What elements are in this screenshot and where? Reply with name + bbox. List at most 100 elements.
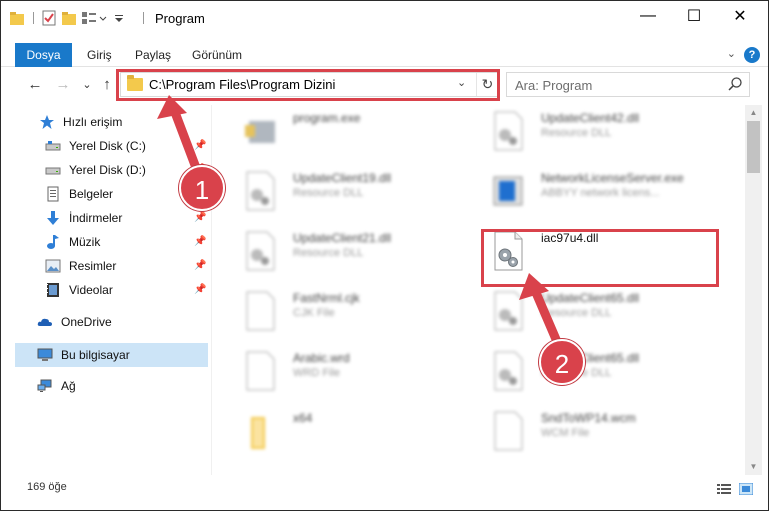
- sidebar-item-music[interactable]: Müzik: [45, 230, 100, 254]
- sidebar-item-onedrive[interactable]: OneDrive: [37, 310, 112, 334]
- file-icon: [246, 291, 275, 331]
- file-icon: [246, 351, 275, 391]
- network-icon: [37, 379, 52, 392]
- sidebar-item-label: Ağ: [61, 379, 76, 393]
- pin-icon: 📌: [194, 212, 207, 223]
- divider-icon: [143, 12, 144, 24]
- scroll-thumb[interactable]: [747, 121, 760, 173]
- file-list: program.exe UpdateClient19.dll Resource …: [213, 105, 745, 475]
- file-name: UpdateClient65.dll: [541, 291, 640, 305]
- sidebar-item-downloads[interactable]: İndirmeler: [45, 206, 122, 230]
- callout-badge-2: 2: [539, 339, 585, 385]
- pictures-icon: [45, 259, 61, 273]
- folder-icon[interactable]: [9, 10, 25, 26]
- file-name: UpdateClient19.dll: [293, 171, 392, 185]
- divider-icon: [33, 12, 34, 24]
- vertical-scrollbar[interactable]: ▲ ▼: [745, 105, 762, 475]
- music-icon: [47, 235, 59, 249]
- back-button[interactable]: ←: [25, 74, 45, 94]
- search-input[interactable]: Ara: Program: [506, 72, 750, 97]
- dll-icon: [494, 291, 523, 331]
- scroll-down-button[interactable]: ▼: [745, 459, 762, 475]
- sidebar-item-label: Belgeler: [69, 187, 114, 201]
- qa-dropdown-icon[interactable]: [98, 10, 108, 26]
- close-button[interactable]: ✕: [717, 1, 763, 31]
- downloads-icon: [47, 211, 59, 225]
- details-view-icon[interactable]: [717, 483, 731, 495]
- search-placeholder: Ara: Program: [515, 78, 593, 93]
- file-icon: [494, 411, 523, 451]
- cloud-icon: [37, 318, 52, 326]
- tab-share[interactable]: Paylaş: [135, 43, 171, 67]
- new-folder-icon[interactable]: [61, 10, 77, 26]
- pin-icon: 📌: [194, 236, 207, 247]
- tab-view[interactable]: Görünüm: [192, 43, 242, 67]
- file-item[interactable]: program.exe: [223, 105, 473, 161]
- view-options-icon[interactable]: [81, 10, 97, 26]
- file-name: program.exe: [293, 111, 361, 125]
- sidebar-item-label: Resimler: [69, 259, 117, 273]
- file-highlight-box: [481, 229, 719, 287]
- file-item[interactable]: UpdateClient65.dll Resource DLL: [471, 345, 721, 401]
- file-description: WRD File: [293, 367, 341, 379]
- file-item[interactable]: Arabic.wrd WRD File: [223, 345, 473, 401]
- file-item[interactable]: FastNrml.cjk CJK File: [223, 285, 473, 341]
- scroll-up-button[interactable]: ▲: [745, 105, 762, 121]
- customize-toolbar-icon[interactable]: [113, 10, 125, 26]
- properties-check-icon[interactable]: [41, 10, 57, 26]
- up-button[interactable]: ↑: [97, 74, 117, 94]
- sidebar-item-local-disk-c[interactable]: Yerel Disk (C:): [45, 134, 146, 158]
- window-title: Program: [155, 11, 205, 26]
- sidebar-item-quick-access[interactable]: Hızlı erişim: [39, 110, 122, 134]
- dll-icon: [246, 171, 275, 211]
- sidebar-item-network[interactable]: Ağ: [37, 374, 76, 398]
- callout-badge-1: 1: [179, 165, 225, 211]
- dll-icon: [246, 231, 275, 271]
- file-item[interactable]: UpdateClient19.dll Resource DLL: [223, 165, 473, 221]
- search-icon[interactable]: [727, 76, 743, 92]
- sidebar-item-label: Bu bilgisayar: [61, 348, 130, 362]
- forward-button[interactable]: →: [53, 74, 73, 94]
- file-item[interactable]: SndToWP14.wcm WCM File: [471, 405, 721, 461]
- file-item[interactable]: UpdateClient42.dll Resource DLL: [471, 105, 721, 161]
- recent-locations-button[interactable]: ⌄: [77, 74, 97, 94]
- dll-icon: [494, 111, 523, 151]
- exe-icon: [245, 121, 275, 143]
- file-item[interactable]: NetworkLicenseServer.exe ABBYY network l…: [471, 165, 721, 221]
- ribbon-tabs: Dosya Giriş Paylaş Görünüm ⌄ ?: [1, 43, 768, 67]
- videos-icon: [47, 283, 59, 297]
- large-icons-view-icon[interactable]: [739, 483, 753, 495]
- sidebar-item-this-pc[interactable]: Bu bilgisayar: [37, 343, 130, 367]
- sidebar-item-label: Yerel Disk (D:): [69, 163, 146, 177]
- chevron-down-icon[interactable]: ⌄: [727, 47, 736, 60]
- file-item[interactable]: UpdateClient21.dll Resource DLL: [223, 225, 473, 281]
- drive-icon: [45, 167, 61, 175]
- address-highlight-box: [116, 69, 500, 101]
- file-description: WCM File: [541, 427, 590, 439]
- documents-icon: [47, 186, 59, 202]
- tab-home[interactable]: Giriş: [87, 43, 112, 67]
- sidebar-item-videos[interactable]: Videolar: [45, 278, 113, 302]
- file-name: Arabic.wrd: [293, 351, 350, 365]
- sidebar-item-label: İndirmeler: [69, 211, 123, 225]
- help-icon[interactable]: ?: [744, 47, 760, 63]
- exe-icon: [493, 176, 523, 206]
- file-name: UpdateClient21.dll: [293, 231, 392, 245]
- file-description: Resource DLL: [541, 307, 612, 319]
- file-name: FastNrml.cjk: [293, 291, 360, 305]
- file-name: NetworkLicenseServer.exe: [541, 171, 684, 185]
- file-description: Resource DLL: [541, 127, 612, 139]
- sidebar-item-label: OneDrive: [61, 315, 112, 329]
- folder-item[interactable]: x64: [223, 405, 473, 461]
- navigation-pane: Hızlı erişim Yerel Disk (C:) 📌 Yerel Dis…: [1, 105, 211, 475]
- drive-icon: [45, 141, 61, 151]
- minimize-button[interactable]: —: [625, 1, 671, 31]
- star-icon: [40, 115, 54, 129]
- maximize-button[interactable]: ☐: [671, 1, 717, 31]
- sidebar-item-local-disk-d[interactable]: Yerel Disk (D:): [45, 158, 146, 182]
- sidebar-item-documents[interactable]: Belgeler: [45, 182, 113, 206]
- sidebar-item-label: Müzik: [69, 235, 101, 249]
- sidebar-item-pictures[interactable]: Resimler: [45, 254, 116, 278]
- file-item[interactable]: UpdateClient65.dll Resource DLL: [471, 285, 721, 341]
- tab-file[interactable]: Dosya: [15, 43, 72, 67]
